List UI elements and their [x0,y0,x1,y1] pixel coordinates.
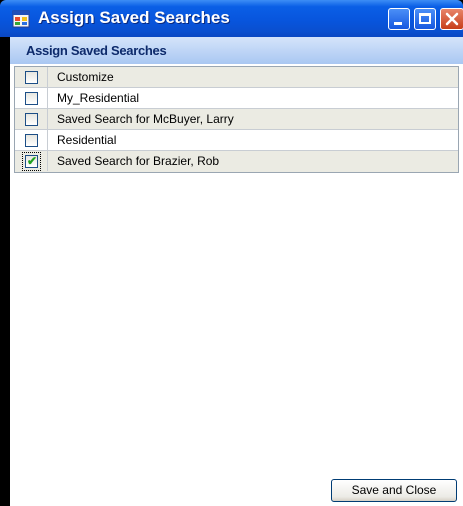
list-item[interactable]: My_Residential [15,88,458,109]
list-item[interactable]: Customize [15,67,458,88]
checkmark-icon: ✔ [27,154,38,168]
checkbox[interactable] [25,92,38,105]
close-button[interactable] [440,8,463,30]
checkbox-cell: ✔ [15,151,48,171]
list-item-label: Saved Search for Brazier, Rob [57,154,220,168]
checkbox-cell [15,109,48,129]
checkbox-cell [15,67,48,87]
section-title: Assign Saved Searches [26,43,167,58]
list-item-label: Customize [57,70,114,84]
checkbox[interactable] [25,134,38,147]
dialog-window: Assign Saved Searches Assign Saved Searc… [0,0,463,506]
window-title: Assign Saved Searches [38,8,230,27]
list-item[interactable]: ✔ Saved Search for Brazier, Rob [15,151,458,172]
checkbox-checked[interactable]: ✔ [22,152,41,171]
list-item-label: Residential [57,133,117,147]
header-band: Assign Saved Searches [10,37,463,64]
app-form-icon [12,10,30,28]
save-and-close-button[interactable]: Save and Close [331,479,457,502]
minimize-icon [394,22,402,25]
checkbox[interactable] [25,71,38,84]
list-item[interactable]: Residential [15,130,458,151]
close-icon [445,12,459,26]
checkbox-cell [15,88,48,108]
maximize-icon [419,13,431,24]
saved-searches-list: Customize My_Residential Saved Search fo… [14,66,459,173]
checkbox[interactable] [25,113,38,126]
title-bar[interactable]: Assign Saved Searches [0,0,463,37]
dialog-content: Assign Saved Searches Customize My_Resid… [10,37,463,506]
list-item-label: Saved Search for McBuyer, Larry [57,112,234,126]
list-item[interactable]: Saved Search for McBuyer, Larry [15,109,458,130]
checkbox-cell [15,130,48,150]
list-item-label: My_Residential [57,91,140,105]
minimize-button[interactable] [388,8,410,30]
maximize-button[interactable] [414,8,436,30]
